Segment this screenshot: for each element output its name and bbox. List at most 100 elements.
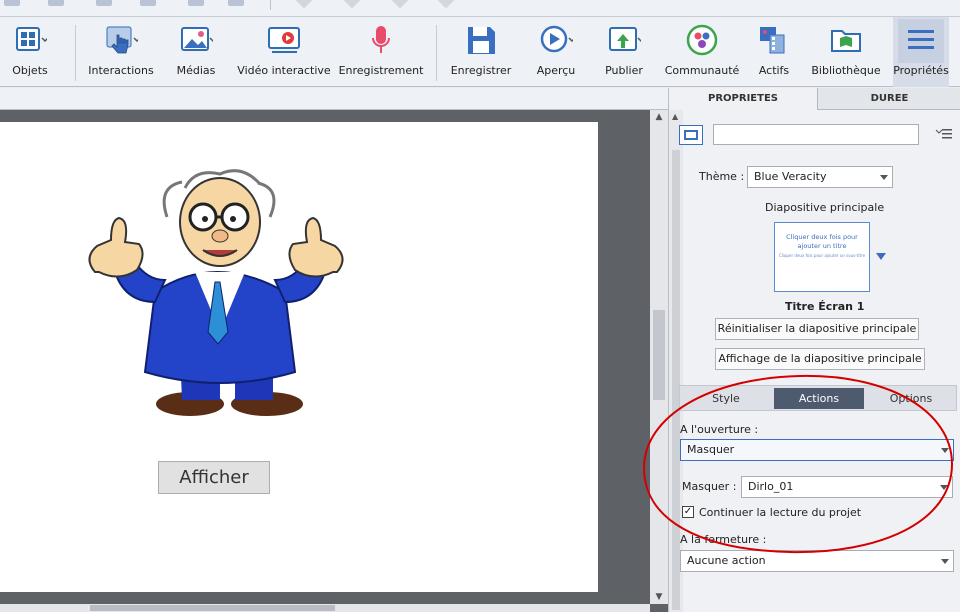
hide-target-select[interactable]: Dirlo_01 <box>741 476 953 498</box>
toolbar-publier[interactable]: Publier <box>596 17 652 87</box>
toolbar-label: Enregistrement <box>338 64 424 77</box>
strip-separator <box>270 0 271 10</box>
on-enter-select[interactable]: Masquer <box>680 439 954 461</box>
show-master-slide-button[interactable]: Affichage de la diapositive principale <box>715 348 925 370</box>
tab-duree[interactable]: DUREE <box>818 88 960 110</box>
properties-panel: PROPRIETES DUREE ▲ Thème : Blue Veracity… <box>668 88 960 612</box>
toolbar-label: Objets <box>12 64 48 77</box>
toolbar-label: Médias <box>176 64 216 77</box>
chevron-down-icon <box>880 175 888 180</box>
on-enter-value: Masquer <box>687 443 735 456</box>
panel-tabs: PROPRIETES DUREE <box>669 88 960 110</box>
strip-mark <box>188 0 204 6</box>
master-slide-heading: Diapositive principale <box>765 201 885 214</box>
stage-vertical-scrollbar[interactable]: ▲ ▼ <box>650 110 668 604</box>
master-slide-thumbnail[interactable]: Cliquer deux fois pour ajouter un titre … <box>774 222 870 292</box>
toolbar-label: Propriétés <box>893 64 949 77</box>
main-toolbar: Objets Interactions Médias Vidéo interac… <box>0 17 960 87</box>
properties-lines-icon <box>898 19 944 63</box>
community-icon <box>685 23 719 57</box>
strip-mark <box>48 0 64 6</box>
on-exit-select[interactable]: Aucune action <box>680 550 954 572</box>
scroll-up-arrow-icon[interactable]: ▲ <box>672 112 678 121</box>
toolbar-label: Communauté <box>664 64 740 77</box>
on-exit-value: Aucune action <box>687 554 766 567</box>
reset-master-slide-button[interactable]: Réinitialiser la diapositive principale <box>715 318 919 340</box>
master-slide-dropdown-icon[interactable] <box>876 253 886 260</box>
microphone-icon <box>364 23 398 57</box>
scroll-thumb[interactable] <box>90 605 335 611</box>
image-icon <box>179 23 217 57</box>
toolbar-label: Actifs <box>758 64 790 77</box>
hide-target-value: Dirlo_01 <box>748 480 794 493</box>
master-thumb-title: Cliquer deux fois pour ajouter un titre <box>786 233 858 250</box>
slide-canvas[interactable]: Afficher <box>0 122 598 592</box>
on-exit-label: A la fermeture : <box>680 533 767 546</box>
top-strip <box>0 0 960 17</box>
strip-diamond <box>295 0 313 9</box>
scroll-thumb[interactable] <box>672 150 680 610</box>
continue-project-label: Continuer la lecture du projet <box>699 506 862 519</box>
scroll-down-arrow-icon[interactable]: ▼ <box>654 592 664 602</box>
theme-select[interactable]: Blue Veracity <box>747 166 893 188</box>
toolbar-enregistrement[interactable]: Enregistrement <box>338 17 424 87</box>
floppy-save-icon <box>464 23 498 57</box>
strip-mark <box>96 0 112 6</box>
toolbar-communaute[interactable]: Communauté <box>664 17 740 87</box>
chevron-down-icon <box>940 485 948 490</box>
toolbar-proprietes[interactable]: Propriétés <box>893 17 949 87</box>
toolbar-medias[interactable]: Médias <box>168 17 224 87</box>
tab-proprietes[interactable]: PROPRIETES <box>669 88 818 110</box>
continue-project-checkbox[interactable]: ✓ <box>682 506 694 518</box>
chevron-down-icon <box>941 448 949 453</box>
strip-diamond <box>343 0 361 9</box>
strip-mark <box>140 0 156 6</box>
scroll-up-arrow-icon[interactable]: ▲ <box>654 112 664 122</box>
video-play-icon <box>267 23 301 57</box>
hand-pointer-icon <box>104 23 141 57</box>
assets-icon <box>757 23 791 57</box>
master-slide-name: Titre Écran 1 <box>785 300 865 313</box>
scroll-thumb[interactable] <box>653 310 665 400</box>
afficher-button[interactable]: Afficher <box>158 461 270 494</box>
on-enter-label: A l'ouverture : <box>680 423 759 436</box>
slide-color-swatch-icon[interactable] <box>679 125 703 145</box>
toolbar-apercu[interactable]: Aperçu <box>528 17 584 87</box>
toolbar-actifs[interactable]: Actifs <box>750 17 798 87</box>
slide-stage: Afficher ▲ ▼ <box>0 88 668 612</box>
strip-mark <box>4 0 20 6</box>
toolbar-enregistrer[interactable]: Enregistrer <box>448 17 514 87</box>
play-circle-icon <box>539 23 576 57</box>
property-subtabs: Style Actions Options <box>679 385 957 411</box>
chevron-down-icon <box>941 559 949 564</box>
toolbar-label: Bibliothèque <box>811 64 881 77</box>
toolbar-label: Vidéo interactive <box>237 64 331 77</box>
master-thumb-subtitle: Cliquer deux fois pour ajouter un sous-t… <box>778 253 866 258</box>
toolbar-label: Interactions <box>88 64 154 77</box>
stage-header <box>0 88 668 110</box>
subtab-options[interactable]: Options <box>868 388 954 409</box>
subtab-actions[interactable]: Actions <box>774 388 864 409</box>
toolbar-separator <box>75 25 76 81</box>
toolbar-label: Enregistrer <box>450 64 512 77</box>
hide-target-label: Masquer : <box>682 480 737 493</box>
theme-label: Thème : <box>699 170 745 183</box>
theme-select-value: Blue Veracity <box>754 170 827 183</box>
toolbar-objets[interactable]: Objets <box>0 17 60 87</box>
strip-diamond <box>391 0 409 9</box>
panel-options-menu-icon[interactable] <box>935 126 953 142</box>
toolbar-separator <box>436 25 437 81</box>
toolbar-interactions[interactable]: Interactions <box>88 17 154 87</box>
toolbar-video-interactive[interactable]: Vidéo interactive <box>236 17 332 87</box>
publish-upload-icon <box>607 23 645 57</box>
stage-horizontal-scrollbar[interactable] <box>0 604 650 612</box>
toolbar-bibliotheque[interactable]: Bibliothèque <box>808 17 884 87</box>
strip-mark <box>228 0 244 6</box>
cartoon-character-image[interactable] <box>75 162 355 422</box>
strip-diamond <box>437 0 455 9</box>
library-folder-icon <box>829 23 863 57</box>
slide-name-field[interactable] <box>713 124 919 145</box>
toolbar-label: Publier <box>605 64 643 77</box>
subtab-style[interactable]: Style <box>684 388 768 409</box>
objects-grid-icon <box>13 23 49 57</box>
